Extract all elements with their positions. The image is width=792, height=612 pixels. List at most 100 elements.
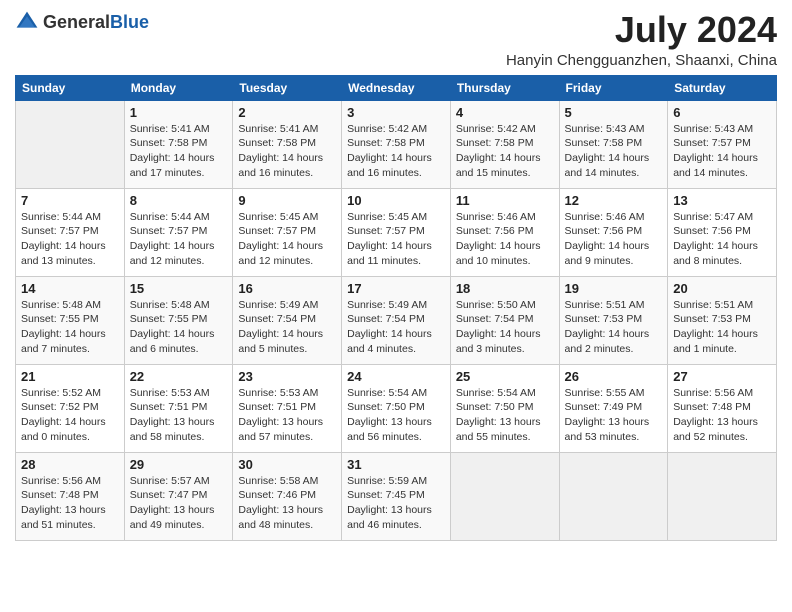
day-info: Sunrise: 5:54 AMSunset: 7:50 PMDaylight:… — [347, 386, 445, 445]
calendar-cell: 19 Sunrise: 5:51 AMSunset: 7:53 PMDayligh… — [559, 276, 668, 364]
day-info: Sunrise: 5:49 AMSunset: 7:54 PMDaylight:… — [238, 298, 336, 357]
day-info: Sunrise: 5:52 AMSunset: 7:52 PMDaylight:… — [21, 386, 119, 445]
day-number: 5 — [565, 105, 663, 120]
day-info: Sunrise: 5:41 AMSunset: 7:58 PMDaylight:… — [238, 122, 336, 181]
day-number: 28 — [21, 457, 119, 472]
calendar-cell: 18Sunrise: 5:50 AMSunset: 7:54 PMDayligh… — [450, 276, 559, 364]
calendar-cell: 11Sunrise: 5:46 AMSunset: 7:56 PMDayligh… — [450, 188, 559, 276]
day-number: 9 — [238, 193, 336, 208]
weekday-header-saturday: Saturday — [668, 75, 777, 100]
day-number: 1 — [130, 105, 228, 120]
day-number: 16 — [238, 281, 336, 296]
day-info: Sunrise: 5:59 AMSunset: 7:45 PMDaylight:… — [347, 474, 445, 533]
day-number: 30 — [238, 457, 336, 472]
day-info: Sunrise: 5:56 AMSunset: 7:48 PMDaylight:… — [673, 386, 771, 445]
calendar-cell: 7 Sunrise: 5:44 AMSunset: 7:57 PMDaylight… — [16, 188, 125, 276]
calendar-cell: 29 Sunrise: 5:57 AMSunset: 7:47 PMDayligh… — [124, 452, 233, 540]
day-number: 22 — [130, 369, 228, 384]
day-number: 6 — [673, 105, 771, 120]
week-row-5: 28 Sunrise: 5:56 AMSunset: 7:48 PMDayligh… — [16, 452, 777, 540]
calendar-cell: 4 Sunrise: 5:42 AMSunset: 7:58 PMDaylight… — [450, 100, 559, 188]
day-info: Sunrise: 5:44 AMSunset: 7:57 PMDaylight:… — [21, 210, 119, 269]
week-row-3: 14 Sunrise: 5:48 AMSunset: 7:55 PMDayligh… — [16, 276, 777, 364]
calendar-cell: 30 Sunrise: 5:58 AMSunset: 7:46 PMDayligh… — [233, 452, 342, 540]
calendar-cell: 9Sunrise: 5:45 AMSunset: 7:57 PMDaylight… — [233, 188, 342, 276]
calendar-cell: 13Sunrise: 5:47 AMSunset: 7:56 PMDayligh… — [668, 188, 777, 276]
calendar-cell: 12 Sunrise: 5:46 AMSunset: 7:56 PMDayligh… — [559, 188, 668, 276]
day-number: 19 — [565, 281, 663, 296]
week-row-4: 21 Sunrise: 5:52 AMSunset: 7:52 PMDayligh… — [16, 364, 777, 452]
day-info: Sunrise: 5:42 AMSunset: 7:58 PMDaylight:… — [456, 122, 554, 181]
calendar-cell — [668, 452, 777, 540]
day-number: 14 — [21, 281, 119, 296]
calendar-cell: 3Sunrise: 5:42 AMSunset: 7:58 PMDaylight… — [342, 100, 451, 188]
location-title: Hanyin Chengguanzhen, Shaanxi, China — [506, 52, 777, 69]
day-info: Sunrise: 5:47 AMSunset: 7:56 PMDaylight:… — [673, 210, 771, 269]
week-row-2: 7 Sunrise: 5:44 AMSunset: 7:57 PMDaylight… — [16, 188, 777, 276]
calendar-cell: 20 Sunrise: 5:51 AMSunset: 7:53 PMDayligh… — [668, 276, 777, 364]
day-number: 12 — [565, 193, 663, 208]
calendar-cell: 27 Sunrise: 5:56 AMSunset: 7:48 PMDayligh… — [668, 364, 777, 452]
title-area: July 2024 Hanyin Chengguanzhen, Shaanxi,… — [506, 10, 777, 69]
calendar-cell: 31 Sunrise: 5:59 AMSunset: 7:45 PMDayligh… — [342, 452, 451, 540]
day-number: 31 — [347, 457, 445, 472]
calendar-cell: 2Sunrise: 5:41 AMSunset: 7:58 PMDaylight… — [233, 100, 342, 188]
day-info: Sunrise: 5:45 AMSunset: 7:57 PMDaylight:… — [347, 210, 445, 269]
day-info: Sunrise: 5:46 AMSunset: 7:56 PMDaylight:… — [456, 210, 554, 269]
calendar-cell: 24 Sunrise: 5:54 AMSunset: 7:50 PMDayligh… — [342, 364, 451, 452]
weekday-header-monday: Monday — [124, 75, 233, 100]
day-info: Sunrise: 5:53 AMSunset: 7:51 PMDaylight:… — [238, 386, 336, 445]
calendar-cell: 15 Sunrise: 5:48 AMSunset: 7:55 PMDayligh… — [124, 276, 233, 364]
day-number: 24 — [347, 369, 445, 384]
day-info: Sunrise: 5:49 AMSunset: 7:54 PMDaylight:… — [347, 298, 445, 357]
day-number: 7 — [21, 193, 119, 208]
day-info: Sunrise: 5:54 AMSunset: 7:50 PMDaylight:… — [456, 386, 554, 445]
day-number: 23 — [238, 369, 336, 384]
calendar-cell: 17 Sunrise: 5:49 AMSunset: 7:54 PMDayligh… — [342, 276, 451, 364]
logo-text: GeneralBlue — [43, 12, 149, 33]
logo: GeneralBlue — [15, 10, 149, 34]
day-number: 10 — [347, 193, 445, 208]
logo-blue: Blue — [110, 12, 149, 32]
calendar-cell: 6 Sunrise: 5:43 AMSunset: 7:57 PMDaylight… — [668, 100, 777, 188]
day-info: Sunrise: 5:51 AMSunset: 7:53 PMDaylight:… — [673, 298, 771, 357]
weekday-header-friday: Friday — [559, 75, 668, 100]
day-info: Sunrise: 5:57 AMSunset: 7:47 PMDaylight:… — [130, 474, 228, 533]
calendar-cell: 28 Sunrise: 5:56 AMSunset: 7:48 PMDayligh… — [16, 452, 125, 540]
day-info: Sunrise: 5:41 AMSunset: 7:58 PMDaylight:… — [130, 122, 228, 181]
weekday-header-thursday: Thursday — [450, 75, 559, 100]
day-info: Sunrise: 5:51 AMSunset: 7:53 PMDaylight:… — [565, 298, 663, 357]
weekday-header-row: SundayMondayTuesdayWednesdayThursdayFrid… — [16, 75, 777, 100]
day-number: 20 — [673, 281, 771, 296]
calendar-cell — [559, 452, 668, 540]
day-number: 18 — [456, 281, 554, 296]
calendar-table: SundayMondayTuesdayWednesdayThursdayFrid… — [15, 75, 777, 541]
day-number: 27 — [673, 369, 771, 384]
logo-icon — [15, 10, 39, 34]
calendar-cell: 22 Sunrise: 5:53 AMSunset: 7:51 PMDayligh… — [124, 364, 233, 452]
calendar-cell: 21 Sunrise: 5:52 AMSunset: 7:52 PMDayligh… — [16, 364, 125, 452]
day-info: Sunrise: 5:53 AMSunset: 7:51 PMDaylight:… — [130, 386, 228, 445]
day-number: 4 — [456, 105, 554, 120]
page-header: GeneralBlue July 2024 Hanyin Chengguanzh… — [15, 10, 777, 69]
day-info: Sunrise: 5:56 AMSunset: 7:48 PMDaylight:… — [21, 474, 119, 533]
calendar-cell — [16, 100, 125, 188]
day-info: Sunrise: 5:46 AMSunset: 7:56 PMDaylight:… — [565, 210, 663, 269]
day-number: 17 — [347, 281, 445, 296]
day-info: Sunrise: 5:48 AMSunset: 7:55 PMDaylight:… — [130, 298, 228, 357]
calendar-cell: 5Sunrise: 5:43 AMSunset: 7:58 PMDaylight… — [559, 100, 668, 188]
calendar-cell: 26Sunrise: 5:55 AMSunset: 7:49 PMDayligh… — [559, 364, 668, 452]
calendar-cell: 8Sunrise: 5:44 AMSunset: 7:57 PMDaylight… — [124, 188, 233, 276]
day-info: Sunrise: 5:55 AMSunset: 7:49 PMDaylight:… — [565, 386, 663, 445]
day-number: 21 — [21, 369, 119, 384]
day-number: 3 — [347, 105, 445, 120]
day-number: 29 — [130, 457, 228, 472]
month-title: July 2024 — [506, 10, 777, 50]
day-info: Sunrise: 5:58 AMSunset: 7:46 PMDaylight:… — [238, 474, 336, 533]
logo-general: General — [43, 12, 110, 32]
calendar-cell: 1 Sunrise: 5:41 AMSunset: 7:58 PMDaylight… — [124, 100, 233, 188]
day-info: Sunrise: 5:44 AMSunset: 7:57 PMDaylight:… — [130, 210, 228, 269]
day-number: 15 — [130, 281, 228, 296]
calendar-cell: 14Sunrise: 5:48 AMSunset: 7:55 PMDayligh… — [16, 276, 125, 364]
day-info: Sunrise: 5:43 AMSunset: 7:57 PMDaylight:… — [673, 122, 771, 181]
